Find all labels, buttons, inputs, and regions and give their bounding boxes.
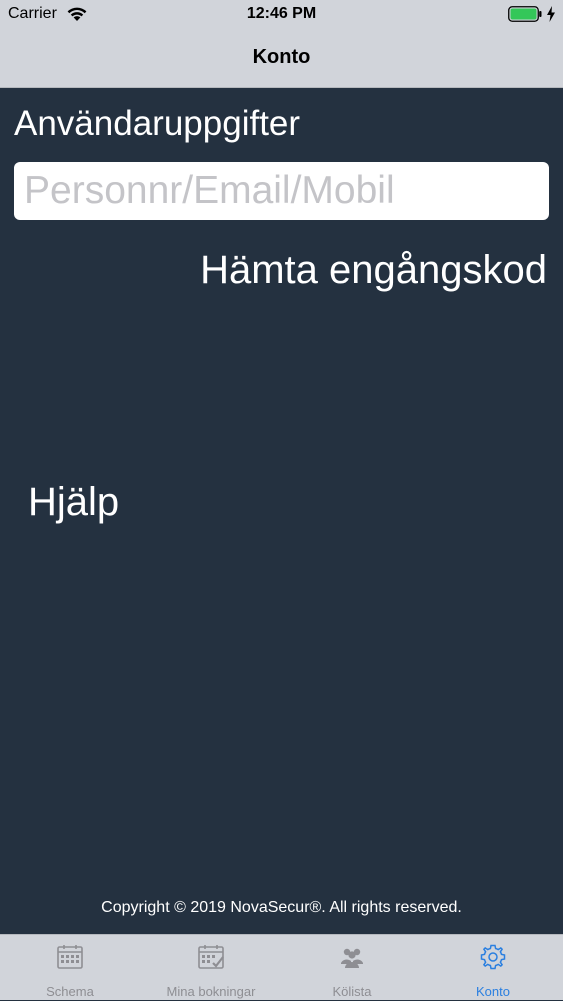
- charging-icon: [547, 6, 555, 22]
- people-icon: [341, 948, 363, 968]
- status-time: 12:46 PM: [246, 5, 317, 22]
- calendar-check-icon: [198, 945, 224, 969]
- get-one-time-code-button[interactable]: Hämta engångskod: [200, 248, 547, 293]
- tab-bar: Schema Mina bokningar Kölista Konto: [0, 934, 563, 1000]
- navigation-bar: Konto: [0, 30, 563, 88]
- tab-schema[interactable]: Schema: [0, 935, 140, 1001]
- tab-label: Schema: [46, 984, 94, 999]
- tab-label: Konto: [476, 984, 510, 999]
- page-title: Konto: [252, 46, 311, 68]
- personnr-email-mobile-input[interactable]: [14, 162, 549, 220]
- help-button[interactable]: Hjälp: [28, 480, 119, 525]
- tab-kolista[interactable]: Kölista: [282, 935, 422, 1001]
- status-bar: Carrier 12:46 PM: [0, 0, 563, 30]
- user-details-heading: Användaruppgifter: [14, 104, 301, 143]
- tab-konto[interactable]: Konto: [423, 935, 563, 1001]
- gear-icon: [480, 944, 506, 970]
- copyright-text: Copyright © 2019 NovaSecur®. All rights …: [101, 899, 462, 916]
- calendar-icon: [57, 945, 83, 969]
- tab-mina-bokningar[interactable]: Mina bokningar: [141, 935, 281, 1001]
- tab-label: Kölista: [332, 984, 372, 999]
- tab-label: Mina bokningar: [166, 984, 256, 999]
- battery-icon: [508, 6, 542, 22]
